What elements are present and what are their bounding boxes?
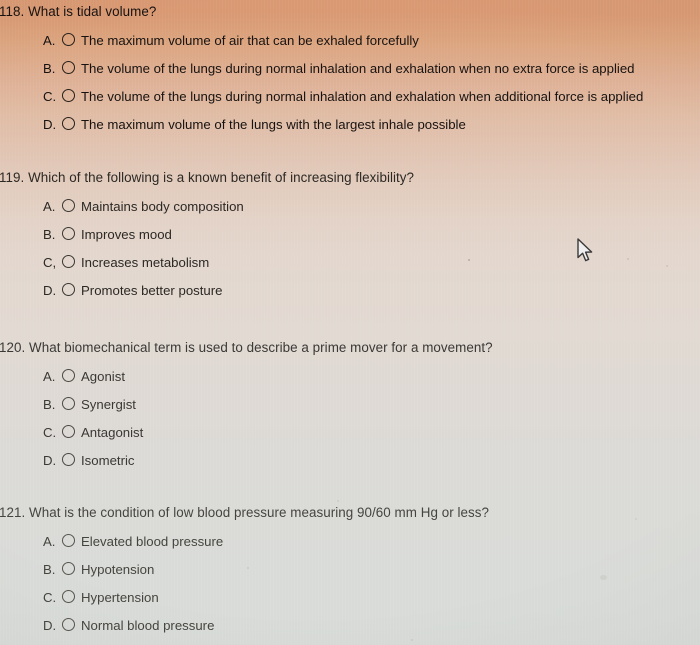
option-text: The volume of the lungs during normal in… xyxy=(81,61,635,76)
option-row[interactable]: D. The maximum volume of the lungs with … xyxy=(43,116,643,144)
question-number: 118. xyxy=(0,4,25,19)
question-stem: 120. What biomechanical term is used to … xyxy=(0,340,493,356)
radio-button-icon[interactable] xyxy=(62,89,75,102)
option-text: Hypertension xyxy=(81,590,159,605)
radio-button-icon[interactable] xyxy=(62,397,75,410)
radio-button-icon[interactable] xyxy=(62,590,75,603)
option-letter: A. xyxy=(43,534,56,549)
radio-button-icon[interactable] xyxy=(62,117,75,130)
option-text: Isometric xyxy=(81,453,135,468)
radio-button-icon[interactable] xyxy=(62,199,75,212)
option-letter: D. xyxy=(43,618,57,633)
radio-button-icon[interactable] xyxy=(62,562,75,575)
option-text: Elevated blood pressure xyxy=(81,534,224,549)
option-list: A. Agonist B. Synergist C. Antagonist D. xyxy=(43,368,143,480)
quiz-content: 118. What is tidal volume? A. The maximu… xyxy=(0,0,700,645)
option-row[interactable]: C. The volume of the lungs during normal… xyxy=(43,88,643,116)
radio-button-icon[interactable] xyxy=(62,255,75,268)
option-row[interactable]: A. The maximum volume of air that can be… xyxy=(43,32,643,60)
radio-button-icon[interactable] xyxy=(62,453,75,466)
option-row[interactable]: D. Promotes better posture xyxy=(43,282,244,310)
option-text: Antagonist xyxy=(81,425,144,440)
option-row[interactable]: C, Increases metabolism xyxy=(43,254,244,282)
question-text: What biomechanical term is used to descr… xyxy=(29,340,493,355)
option-row[interactable]: A. Elevated blood pressure xyxy=(43,533,223,561)
option-letter: A. xyxy=(43,199,56,214)
option-row[interactable]: A. Agonist xyxy=(43,368,143,396)
option-letter: B. xyxy=(43,61,56,76)
option-text: Hypotension xyxy=(81,562,155,577)
radio-button-icon[interactable] xyxy=(62,618,75,631)
radio-button-icon[interactable] xyxy=(62,283,75,296)
option-letter: D. xyxy=(43,453,57,468)
question-number: 120. xyxy=(0,340,26,355)
option-list: A. Elevated blood pressure B. Hypotensio… xyxy=(43,533,223,645)
option-row[interactable]: C. Hypertension xyxy=(43,589,223,617)
option-text: Normal blood pressure xyxy=(81,618,215,633)
option-letter: C. xyxy=(43,590,57,605)
option-text: Promotes better posture xyxy=(81,283,223,298)
option-text: Synergist xyxy=(81,397,136,412)
option-letter: D. xyxy=(43,283,57,298)
option-letter: C. xyxy=(43,425,57,440)
radio-button-icon[interactable] xyxy=(62,227,75,240)
option-letter: D. xyxy=(43,117,57,132)
question-number: 121. xyxy=(0,505,26,520)
option-list: A. The maximum volume of air that can be… xyxy=(43,32,643,144)
option-letter: A. xyxy=(43,33,56,48)
option-letter: C, xyxy=(43,255,57,270)
question-text: What is tidal volume? xyxy=(28,4,157,19)
option-letter: C. xyxy=(43,89,57,104)
option-letter: B. xyxy=(43,562,56,577)
question-number: 119. xyxy=(0,170,25,185)
option-row[interactable]: B. Improves mood xyxy=(43,226,244,254)
option-text: The maximum volume of the lungs with the… xyxy=(81,117,466,132)
option-row[interactable]: D. Isometric xyxy=(43,452,143,480)
radio-button-icon[interactable] xyxy=(62,33,75,46)
option-text: The volume of the lungs during normal in… xyxy=(81,89,644,104)
question-stem: 121. What is the condition of low blood … xyxy=(0,505,489,521)
option-text: The maximum volume of air that can be ex… xyxy=(81,33,419,48)
option-row[interactable]: C. Antagonist xyxy=(43,424,143,452)
option-text: Agonist xyxy=(81,369,125,384)
option-letter: B. xyxy=(43,397,56,412)
option-row[interactable]: A. Maintains body composition xyxy=(43,198,244,226)
question-stem: 119. Which of the following is a known b… xyxy=(0,170,415,186)
radio-button-icon[interactable] xyxy=(62,369,75,382)
option-list: A. Maintains body composition B. Improve… xyxy=(43,198,244,310)
option-text: Maintains body composition xyxy=(81,199,244,214)
radio-button-icon[interactable] xyxy=(62,425,75,438)
option-letter: A. xyxy=(43,369,56,384)
radio-button-icon[interactable] xyxy=(62,61,75,74)
option-text: Increases metabolism xyxy=(81,255,210,270)
option-row[interactable]: B. The volume of the lungs during normal… xyxy=(43,60,643,88)
question-text: Which of the following is a known benefi… xyxy=(28,170,415,185)
quiz-page: 118. What is tidal volume? A. The maximu… xyxy=(0,0,700,645)
option-row[interactable]: B. Hypotension xyxy=(43,561,223,589)
radio-button-icon[interactable] xyxy=(62,534,75,547)
question-stem: 118. What is tidal volume? xyxy=(0,4,157,20)
option-letter: B. xyxy=(43,227,56,242)
option-row[interactable]: D. Normal blood pressure xyxy=(43,617,223,645)
question-text: What is the condition of low blood press… xyxy=(29,505,489,520)
option-row[interactable]: B. Synergist xyxy=(43,396,143,424)
option-text: Improves mood xyxy=(81,227,172,242)
